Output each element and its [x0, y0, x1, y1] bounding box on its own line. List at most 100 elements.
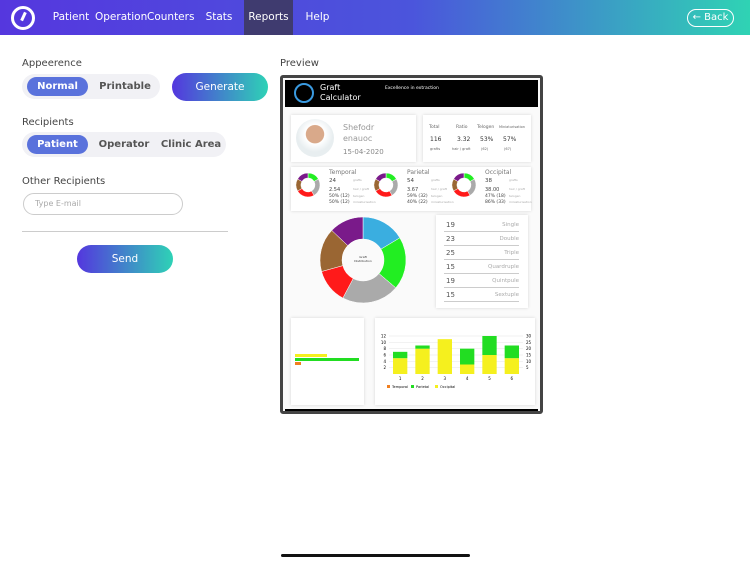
- generate-button[interactable]: Generate: [172, 73, 268, 101]
- bar-occipital: [415, 348, 430, 374]
- stacked-bar-chart: 24681012510152025301 2 3 4 5 6Temporal Parieta…: [381, 334, 532, 390]
- area-donut: [373, 172, 399, 198]
- graft-calculator-logo-icon[interactable]: [11, 6, 35, 30]
- report-footer: [285, 409, 538, 411]
- bar-parietal: [482, 336, 497, 355]
- top-nav-bar: Patient Operation Counters Stats Reports…: [0, 0, 750, 35]
- legend-swatch: [411, 385, 414, 388]
- telogen-sub: (62): [481, 147, 489, 151]
- report-tagline: Excellence in extraction: [385, 86, 439, 91]
- graft-count-row: 15 Sextuple: [444, 289, 519, 302]
- mini-sub: (67): [504, 147, 512, 151]
- graft-count-row: 19 Single: [444, 219, 519, 232]
- appearance-printable-option[interactable]: Printable: [92, 77, 158, 96]
- area-mini: 50% (12): [329, 200, 350, 205]
- area-donut: [295, 172, 321, 198]
- email-input[interactable]: Type E-mail: [23, 193, 183, 215]
- total-header: Total: [429, 125, 440, 130]
- y-tick-label: 6: [383, 353, 386, 358]
- bar-parietal: [504, 345, 519, 359]
- area-name: Parietal: [407, 169, 430, 176]
- graft-count-value: 25: [446, 249, 455, 257]
- legend-swatch: [435, 385, 438, 388]
- hbar-occipital: [295, 354, 327, 357]
- area-mini: 40% (22): [407, 200, 428, 205]
- patient-card: Shefodr enauoc 15-04-2020: [291, 115, 416, 162]
- area-telogen: 59% (32): [407, 194, 428, 199]
- report-brand: Graft Calculator: [320, 83, 361, 102]
- bar-parietal: [393, 351, 408, 359]
- y2-tick-label: 15: [526, 353, 532, 358]
- y2-tick-label: 20: [526, 346, 532, 351]
- legend-label: Parietal: [416, 385, 429, 389]
- telogen-header: Telogen: [477, 125, 495, 130]
- send-button[interactable]: Send: [77, 245, 173, 273]
- nav-help[interactable]: Help: [300, 0, 335, 35]
- graft-counts-card: 19 Single 23 Double 25 Triple 15 Quardruple 19 Qu…: [436, 215, 528, 308]
- x-tick-label: 3: [444, 376, 447, 381]
- area-sublabel: hair / graft: [431, 187, 447, 191]
- hbar-temporal: [295, 362, 301, 365]
- patient-first-name: Shefodr: [343, 123, 375, 132]
- preview-label: Preview: [280, 58, 319, 69]
- area-ratio: 2.54: [329, 187, 341, 193]
- x-tick-label: 2: [421, 376, 424, 381]
- y2-tick-label: 25: [526, 340, 532, 345]
- areas-card: Temporal 24 2.54 50% (12) 50% (12) grafts hair…: [291, 167, 532, 211]
- area-telogen: 47% (18): [485, 194, 506, 199]
- area-donut: [451, 172, 477, 198]
- area-sublabel: miniaturisation: [353, 200, 376, 204]
- total-sub: grafts: [430, 147, 441, 151]
- graft-type-label: Quintpule: [492, 278, 519, 284]
- y2-tick-label: 5: [526, 365, 529, 370]
- graft-type-label: Sextuple: [494, 292, 519, 298]
- graft-count-row: 15 Quardruple: [444, 261, 519, 274]
- area-sublabel: miniaturisation: [431, 200, 454, 204]
- area-telogen: 50% (12): [329, 194, 350, 199]
- nav-operation[interactable]: Operation: [95, 0, 147, 35]
- report-preview[interactable]: Graft Calculator Excellence in extractio…: [280, 75, 543, 414]
- x-tick-label: 5: [488, 376, 491, 381]
- graft-count-value: 15: [446, 291, 455, 299]
- y-tick-label: 2: [383, 365, 386, 370]
- nav-counters[interactable]: Counters: [147, 0, 194, 35]
- y-tick-label: 10: [381, 340, 387, 345]
- area-sublabel: grafts: [431, 178, 440, 182]
- recipient-clinic-area-option[interactable]: Clinic Area: [158, 135, 224, 154]
- home-indicator[interactable]: [281, 554, 470, 557]
- bar-parietal: [415, 345, 430, 349]
- stacked-bar-card: 2 4 6 8 10 12 5 10 15 20 25 30 1 2 3 4 5 6 Temporal Parieta…: [375, 318, 535, 405]
- patient-photo: [296, 119, 334, 157]
- appearance-label: Appeerence: [22, 58, 82, 69]
- nav-reports[interactable]: Reports: [244, 0, 293, 35]
- recipients-segmented-control: Patient Operator Clinic Area: [22, 132, 226, 157]
- area-sublabel: telogen: [431, 194, 443, 198]
- bar-occipital: [393, 358, 408, 374]
- nav-stats[interactable]: Stats: [200, 0, 238, 35]
- area-mini: 86% (33): [485, 200, 506, 205]
- legend-swatch: [387, 385, 390, 388]
- area-sublabel: grafts: [509, 178, 518, 182]
- area-sublabel: telogen: [509, 194, 521, 198]
- area-grafts: 54: [407, 178, 414, 184]
- back-button[interactable]: ← Back: [687, 9, 734, 27]
- area-sublabel: grafts: [353, 178, 362, 182]
- bar-occipital: [482, 355, 497, 374]
- x-tick-label: 4: [466, 376, 469, 381]
- area-sublabel: hair / graft: [353, 187, 369, 191]
- recipient-patient-option[interactable]: Patient: [27, 135, 88, 154]
- mini-header: Miniaturisation: [499, 125, 526, 129]
- y-tick-label: 8: [383, 346, 386, 351]
- hbar-parietal: [295, 358, 359, 361]
- bar-parietal: [460, 348, 475, 365]
- graft-type-label: Double: [499, 236, 520, 242]
- nav-patient[interactable]: Patient: [50, 0, 92, 35]
- ratio-header: Ratio: [456, 125, 468, 130]
- area-name: Temporal: [329, 169, 357, 176]
- appearance-normal-option[interactable]: Normal: [27, 77, 88, 96]
- area-sublabel: telogen: [353, 194, 365, 198]
- report-logo-icon: [294, 83, 314, 103]
- recipient-operator-option[interactable]: Operator: [92, 135, 156, 154]
- graft-count-value: 15: [446, 263, 455, 271]
- totals-card: Total Ratio Telogen Miniaturisation 116 …: [423, 115, 531, 162]
